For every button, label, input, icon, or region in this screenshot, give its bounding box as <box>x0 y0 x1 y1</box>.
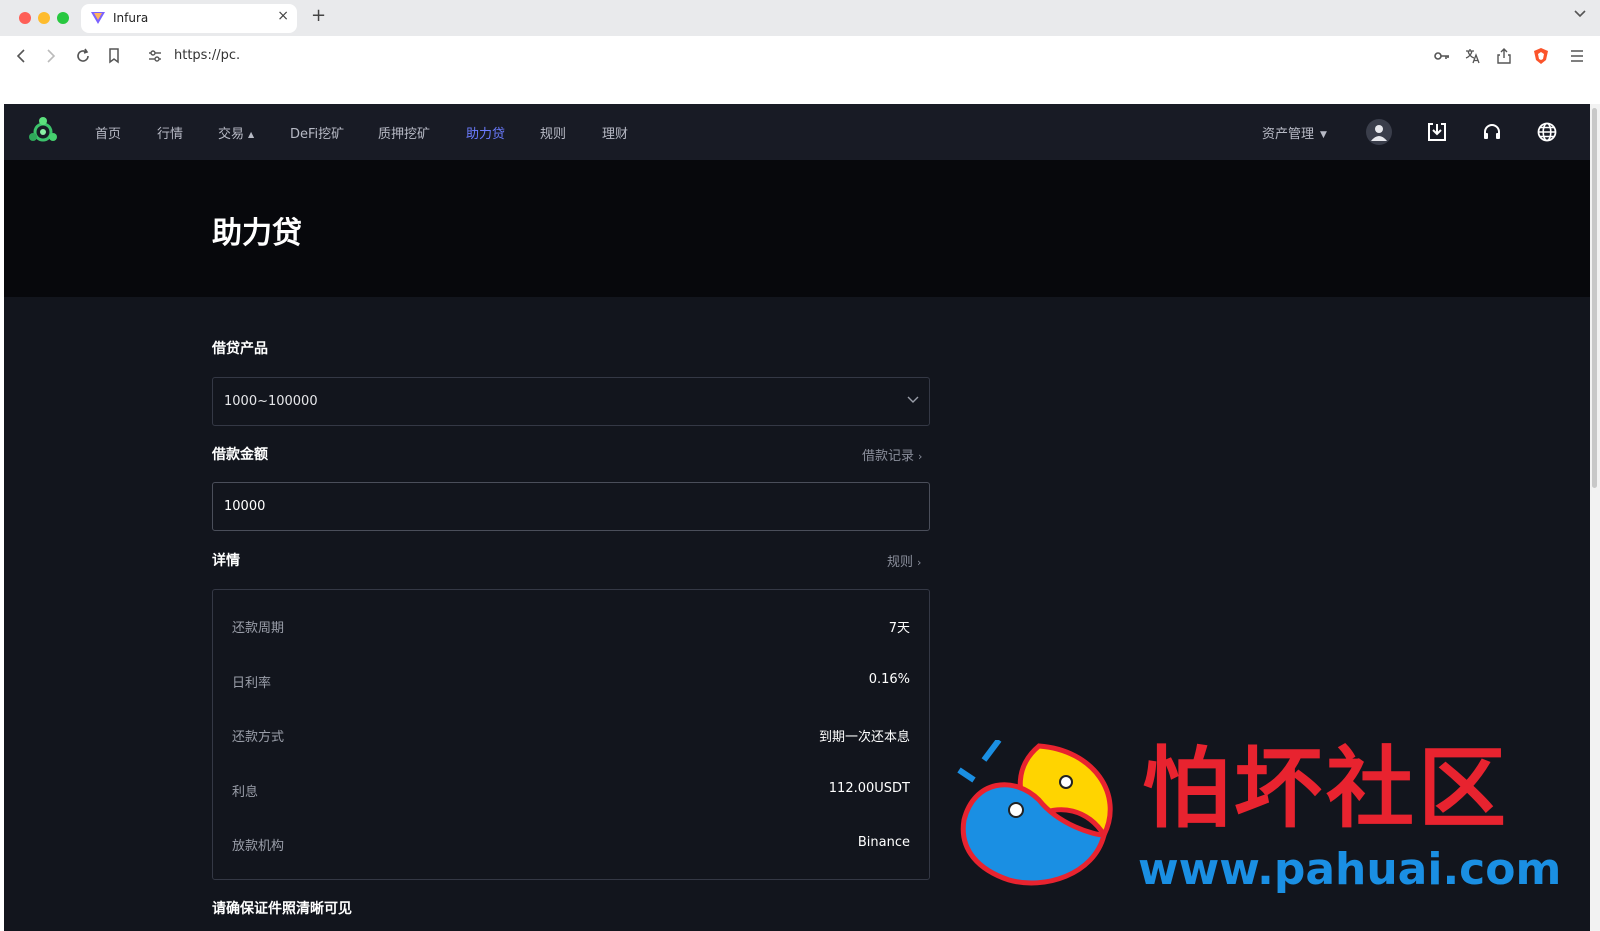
amount-input[interactable]: 10000 <box>212 482 930 531</box>
rules-link-label: 规则 <box>887 555 914 570</box>
chevron-right-icon: › <box>917 556 922 569</box>
fish-logo-icon <box>957 740 1113 886</box>
detail-row-repayment-period: 还款周期 7天 <box>213 617 929 637</box>
detail-label: 还款方式 <box>232 730 285 745</box>
loan-record-link[interactable]: 借款记录 › <box>862 445 922 464</box>
detail-label: 日利率 <box>232 676 272 691</box>
bookmark-icon[interactable] <box>104 46 124 66</box>
detail-row-lender: 放款机构 Binance <box>213 835 929 855</box>
url-text[interactable]: https://pc. <box>174 48 240 63</box>
share-icon[interactable] <box>1494 46 1514 66</box>
site-logo-icon[interactable] <box>28 116 58 148</box>
details-panel: 还款周期 7天 日利率 0.16% 还款方式 到期一次还本息 利息 112.00… <box>212 589 930 880</box>
nav-trade-label: 交易 <box>218 127 245 142</box>
password-key-icon[interactable] <box>1432 46 1452 66</box>
top-nav: 首页 行情 交易 ▲ DeFi挖矿 质押挖矿 助力贷 规则 理财 资产管理 ▼ <box>4 104 1592 160</box>
chevron-down-icon <box>907 396 919 403</box>
browser-gap <box>0 76 1600 104</box>
product-select-value: 1000~100000 <box>224 394 318 409</box>
maximize-window-button[interactable] <box>57 12 69 24</box>
user-icon[interactable] <box>1366 119 1392 145</box>
download-icon[interactable] <box>1424 119 1450 145</box>
product-select[interactable]: 1000~100000 <box>212 377 930 426</box>
nav-assist-loan[interactable]: 助力贷 <box>466 123 505 142</box>
site-settings-icon[interactable] <box>148 49 162 63</box>
nav-finance[interactable]: 理财 <box>602 123 628 142</box>
detail-value: 0.16% <box>868 672 910 687</box>
nav-trade[interactable]: 交易 ▲ <box>218 123 254 142</box>
page-header: 助力贷 <box>4 160 1592 297</box>
reload-icon[interactable] <box>73 46 93 66</box>
tab-close-icon[interactable]: × <box>277 8 289 24</box>
amount-input-value: 10000 <box>224 499 266 514</box>
detail-row-repayment-method: 还款方式 到期一次还本息 <box>213 726 929 746</box>
back-icon[interactable] <box>11 46 31 66</box>
globe-icon[interactable] <box>1534 119 1560 145</box>
loan-record-label: 借款记录 <box>862 449 915 464</box>
scrollbar[interactable] <box>1590 104 1600 931</box>
watermark-chinese-text: 怕坏社区 <box>1142 736 1511 840</box>
infura-favicon-icon <box>91 12 105 24</box>
nav-home[interactable]: 首页 <box>95 123 121 142</box>
nav-defi-mining[interactable]: DeFi挖矿 <box>290 123 344 142</box>
chevron-right-icon: › <box>918 450 923 463</box>
caret-up-icon: ▲ <box>248 130 255 139</box>
headset-icon[interactable] <box>1479 119 1505 145</box>
forward-icon[interactable] <box>41 46 61 66</box>
nav-staking-mining[interactable]: 质押挖矿 <box>378 123 430 142</box>
nav-rules[interactable]: 规则 <box>540 123 566 142</box>
detail-value: Binance <box>857 835 910 850</box>
detail-value: 7天 <box>888 621 910 636</box>
asset-management-label: 资产管理 <box>1262 127 1315 142</box>
detail-value: 112.00USDT <box>828 781 910 796</box>
browser-toolbar: https://pc. <box>0 36 1600 76</box>
page-title: 助力贷 <box>212 216 302 251</box>
translate-icon[interactable] <box>1463 46 1483 66</box>
watermark-url-text: www.pahuai.com <box>1138 844 1562 895</box>
minimize-window-button[interactable] <box>38 12 50 24</box>
caret-down-icon: ▼ <box>1320 129 1327 140</box>
brave-shield-icon[interactable] <box>1531 46 1551 66</box>
detail-label: 利息 <box>232 785 259 800</box>
details-label: 详情 <box>212 553 240 569</box>
nav-market[interactable]: 行情 <box>157 123 183 142</box>
watermark: 怕坏社区 www.pahuai.com <box>954 736 1561 900</box>
close-window-button[interactable] <box>19 12 31 24</box>
tab-title: Infura <box>113 11 149 25</box>
scrollbar-thumb[interactable] <box>1592 108 1597 488</box>
asset-management-menu[interactable]: 资产管理 ▼ <box>1262 123 1327 142</box>
browser-tab[interactable]: Infura × <box>81 4 297 33</box>
browser-tab-bar: Infura × + <box>0 0 1600 36</box>
detail-value: 到期一次还本息 <box>818 730 910 745</box>
detail-row-daily-rate: 日利率 0.16% <box>213 672 929 692</box>
rules-link[interactable]: 规则 › <box>887 551 921 570</box>
address-bar[interactable]: https://pc. <box>136 40 1560 72</box>
id-photo-hint: 请确保证件照清晰可见 <box>212 901 352 917</box>
amount-label: 借款金额 <box>212 447 268 463</box>
menu-icon[interactable] <box>1567 46 1587 66</box>
detail-label: 放款机构 <box>232 839 285 854</box>
product-label: 借贷产品 <box>212 341 268 357</box>
tab-list-chevron-icon[interactable] <box>1574 10 1586 18</box>
detail-row-interest: 利息 112.00USDT <box>213 781 929 801</box>
new-tab-button[interactable]: + <box>311 6 326 26</box>
detail-label: 还款周期 <box>232 621 285 636</box>
